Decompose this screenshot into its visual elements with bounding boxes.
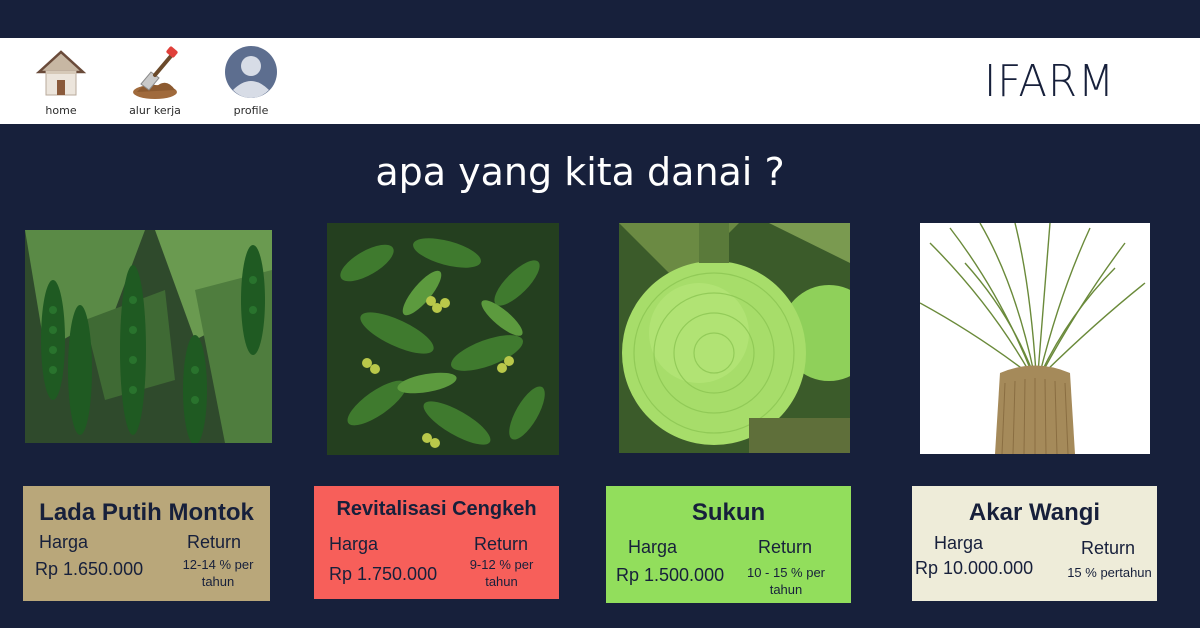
price-label: Harga	[628, 537, 678, 557]
price-label: Harga	[934, 533, 984, 553]
product-card-lada-putih-montok[interactable]: Lada Putih Montok Harga Return Rp 1.650.…	[23, 486, 270, 601]
nav-label-home: home	[45, 104, 77, 117]
user-icon	[225, 46, 277, 98]
photo-black-pepper	[25, 230, 272, 443]
nav-home[interactable]: home	[21, 44, 101, 117]
nav-alur-kerja[interactable]: alur kerja	[115, 44, 195, 117]
price-label: Harga	[39, 532, 89, 552]
product-title: Sukun	[691, 499, 766, 526]
return-label: Return	[758, 537, 813, 557]
product-title: Revitalisasi Cengkeh	[336, 498, 537, 520]
price-value: Rp 1.500.000	[616, 565, 725, 585]
price-label: Harga	[329, 534, 379, 554]
house-icon	[35, 50, 87, 96]
return-value: 12-14 % per tahun	[182, 557, 254, 589]
photo-vetiver-grass	[920, 223, 1150, 454]
price-value: Rp 1.650.000	[35, 559, 144, 579]
price-value: Rp 1.750.000	[329, 564, 438, 584]
product-card-akar-wangi[interactable]: Akar Wangi Harga Return Rp 10.000.000 15…	[912, 486, 1157, 601]
photo-breadfruit	[619, 223, 850, 453]
return-value: 10 - 15 % per tahun	[746, 565, 826, 597]
return-value: 15 % pertahun	[1067, 565, 1152, 580]
brand-logo[interactable]: IFARM	[984, 56, 1115, 107]
page-headline: apa yang kita danai ?	[375, 150, 785, 194]
product-title: Akar Wangi	[968, 499, 1101, 526]
product-card-revitalisasi-cengkeh[interactable]: Revitalisasi Cengkeh Harga Return Rp 1.7…	[314, 486, 559, 599]
product-card-sukun[interactable]: Sukun Harga Return Rp 1.500.000 10 - 15 …	[606, 486, 851, 603]
nav-profile[interactable]: profile	[211, 44, 291, 117]
return-label: Return	[1081, 538, 1136, 558]
photo-clove-tree	[327, 223, 559, 455]
navbar: home alur kerja profile IFARM	[0, 38, 1200, 124]
nav-label-profile: profile	[233, 104, 269, 117]
price-value: Rp 10.000.000	[915, 558, 1034, 578]
return-value: 9-12 % per tahun	[469, 557, 534, 589]
shovel-icon	[133, 46, 178, 99]
return-label: Return	[187, 532, 242, 552]
return-label: Return	[474, 534, 529, 554]
product-title: Lada Putih Montok	[39, 499, 254, 526]
nav-label-alur-kerja: alur kerja	[129, 104, 181, 117]
